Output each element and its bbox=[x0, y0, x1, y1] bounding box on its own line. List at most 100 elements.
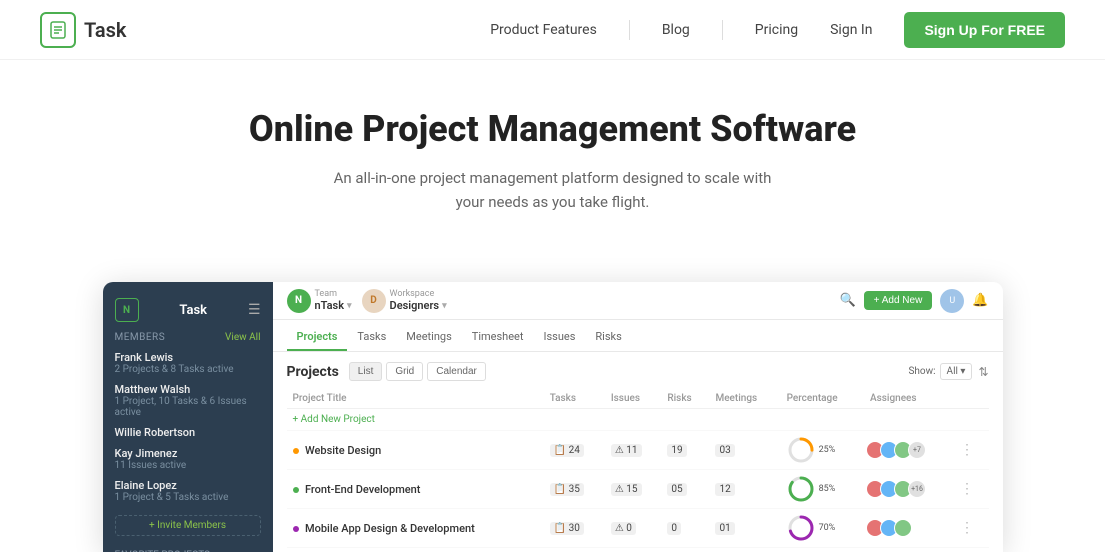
progress-ring bbox=[787, 436, 815, 464]
projects-area: Projects List Grid Calendar Show: All ▾ … bbox=[273, 352, 1003, 552]
nav-blog[interactable]: Blog bbox=[662, 22, 690, 38]
show-value[interactable]: All ▾ bbox=[940, 363, 973, 380]
view-all-link[interactable]: View All bbox=[225, 332, 260, 343]
nav-product-features[interactable]: Product Features bbox=[490, 22, 597, 38]
issues-cell: ⚠ 08 bbox=[605, 548, 662, 552]
progress-container: 25% bbox=[787, 436, 858, 464]
workspace-info: Workspace Designers ▾ bbox=[390, 289, 447, 312]
risks-cell: 19 bbox=[661, 431, 709, 470]
col-meetings: Meetings bbox=[709, 389, 780, 409]
tab-projects[interactable]: Projects bbox=[287, 324, 348, 351]
table-row: Website Design 📋 24 ⚠ 11 19 03 bbox=[287, 431, 989, 470]
nav-divider-1 bbox=[629, 20, 630, 40]
search-icon[interactable]: 🔍 bbox=[839, 293, 855, 308]
add-project-row[interactable]: + Add New Project bbox=[287, 409, 989, 431]
app-topbar: N Team nTask ▾ D Workspace Designers ▾ bbox=[273, 282, 1003, 320]
hero-subtitle: An all-in-one project management platfor… bbox=[333, 166, 773, 214]
sidebar-title: Task bbox=[179, 303, 207, 318]
actions-cell[interactable]: ⋮ bbox=[954, 470, 988, 509]
logo: Task bbox=[40, 12, 127, 48]
member-name: Willie Robertson bbox=[115, 426, 261, 439]
row-menu-icon[interactable]: ⋮ bbox=[960, 520, 974, 536]
nav-cta-button[interactable]: Sign Up For FREE bbox=[904, 12, 1065, 48]
issues-cell: ⚠ 0 bbox=[605, 509, 662, 548]
row-menu-icon[interactable]: ⋮ bbox=[960, 442, 974, 458]
view-list-button[interactable]: List bbox=[349, 362, 383, 381]
member-info: 1 Project & 5 Tasks active bbox=[115, 492, 261, 503]
progress-ring bbox=[787, 514, 815, 542]
add-project-label[interactable]: + Add New Project bbox=[287, 409, 989, 431]
assignees-cell: +7 bbox=[864, 431, 954, 470]
assignee-stack: +7 bbox=[870, 441, 948, 459]
col-issues: Issues bbox=[605, 389, 662, 409]
sidebar-logo: N bbox=[115, 298, 139, 322]
app-window: N Task ☰ MEMBERS View All Frank Lewis 2 … bbox=[103, 282, 1003, 552]
project-name-cell[interactable]: Mobile App Design & Development bbox=[287, 509, 544, 548]
member-item: Matthew Walsh 1 Project, 10 Tasks & 6 Is… bbox=[103, 379, 273, 422]
actions-cell[interactable]: ⋮ bbox=[954, 548, 988, 552]
table-header-row: Project Title Tasks Issues Risks Meeting… bbox=[287, 389, 989, 409]
risk-count: 19 bbox=[667, 444, 686, 457]
assignees-cell: -2 bbox=[864, 548, 954, 552]
risk-count: 05 bbox=[667, 483, 686, 496]
bell-icon[interactable]: 🔔 bbox=[972, 293, 988, 308]
tab-issues[interactable]: Issues bbox=[533, 324, 585, 351]
sidebar-members-header: MEMBERS View All bbox=[103, 332, 273, 347]
table-row: Mobile App Design & Development 📋 30 ⚠ 0… bbox=[287, 509, 989, 548]
issue-count: ⚠ 11 bbox=[611, 444, 642, 457]
app-sidebar: N Task ☰ MEMBERS View All Frank Lewis 2 … bbox=[103, 282, 273, 552]
member-name: Frank Lewis bbox=[115, 351, 261, 364]
tab-risks[interactable]: Risks bbox=[585, 324, 631, 351]
project-name-cell[interactable]: Front-End Development bbox=[287, 470, 544, 509]
add-new-button[interactable]: + Add New bbox=[864, 291, 933, 310]
actions-cell[interactable]: ⋮ bbox=[954, 509, 988, 548]
pct-text: 85% bbox=[819, 484, 836, 494]
tab-meetings[interactable]: Meetings bbox=[396, 324, 461, 351]
percentage-cell: 15% bbox=[781, 548, 864, 552]
view-calendar-button[interactable]: Calendar bbox=[427, 362, 486, 381]
task-count: 📋 24 bbox=[550, 444, 584, 457]
assignee-stack: +16 bbox=[870, 480, 948, 498]
col-project-title: Project Title bbox=[287, 389, 544, 409]
view-grid-button[interactable]: Grid bbox=[386, 362, 423, 381]
project-name-cell[interactable]: Product Marketing Plan bbox=[287, 548, 544, 552]
tasks-cell: 📋 24 bbox=[544, 431, 605, 470]
hamburger-icon[interactable]: ☰ bbox=[248, 302, 261, 318]
issues-cell: ⚠ 11 bbox=[605, 431, 662, 470]
member-name: Matthew Walsh bbox=[115, 383, 261, 396]
assignees-cell: +16 bbox=[864, 470, 954, 509]
member-item: Willie Robertson bbox=[103, 422, 273, 443]
meetings-cell: 03 bbox=[709, 431, 780, 470]
app-main: N Team nTask ▾ D Workspace Designers ▾ bbox=[273, 282, 1003, 552]
col-actions bbox=[954, 389, 988, 409]
nav-divider-2 bbox=[722, 20, 723, 40]
hero-section: Online Project Management Software An al… bbox=[0, 60, 1105, 282]
topbar-right: 🔍 + Add New U 🔔 bbox=[839, 289, 988, 313]
sidebar-members-list: Frank Lewis 2 Projects & 8 Tasks active … bbox=[103, 347, 273, 507]
chevron-down-icon-2: ▾ bbox=[442, 301, 447, 311]
workspace-selector[interactable]: D Workspace Designers ▾ bbox=[362, 289, 447, 313]
tab-tasks[interactable]: Tasks bbox=[347, 324, 396, 351]
nav-pricing[interactable]: Pricing bbox=[755, 22, 798, 38]
team-selector[interactable]: N Team nTask ▾ bbox=[287, 289, 352, 313]
project-name-cell[interactable]: Website Design bbox=[287, 431, 544, 470]
member-info: 11 Issues active bbox=[115, 460, 261, 471]
nav-signin[interactable]: Sign In bbox=[830, 22, 872, 38]
view-buttons: List Grid Calendar bbox=[349, 362, 486, 381]
user-avatar[interactable]: U bbox=[940, 289, 964, 313]
actions-cell[interactable]: ⋮ bbox=[954, 431, 988, 470]
member-name: Kay Jimenez bbox=[115, 447, 261, 460]
meetings-cell: 01 bbox=[709, 509, 780, 548]
project-name: Website Design bbox=[305, 444, 381, 457]
workspace-badge: D bbox=[362, 289, 386, 313]
percentage-cell: 70% bbox=[781, 509, 864, 548]
sort-icon[interactable]: ⇅ bbox=[978, 365, 988, 379]
tab-timesheet[interactable]: Timesheet bbox=[462, 324, 534, 351]
logo-text: Task bbox=[84, 18, 127, 42]
workspace-label: Workspace bbox=[390, 289, 447, 299]
progress-ring bbox=[787, 475, 815, 503]
team-info: Team nTask ▾ bbox=[315, 289, 352, 312]
member-name: Elaine Lopez bbox=[115, 479, 261, 492]
row-menu-icon[interactable]: ⋮ bbox=[960, 481, 974, 497]
meeting-count: 03 bbox=[715, 444, 734, 457]
